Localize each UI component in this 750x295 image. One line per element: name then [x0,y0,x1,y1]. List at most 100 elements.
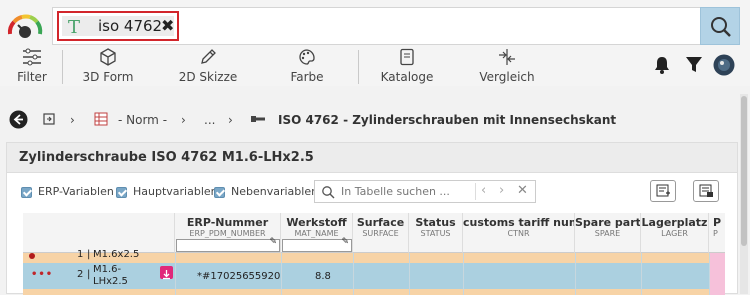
cell-erp-number[interactable]: *#17025655920 [197,271,280,282]
color-label: Farbe [290,70,324,84]
cell-material[interactable]: 8.8 [315,271,331,282]
add-row-button[interactable] [650,180,676,202]
pencil-icon [201,49,216,64]
column-title: Spare part [575,216,640,229]
avatar-icon[interactable] [713,54,735,76]
gauge-icon[interactable] [4,10,46,38]
clear-search-icon[interactable]: ✕ [517,183,528,198]
column-header[interactable]: Lagerplatz LAGER [641,213,709,253]
table-search-placeholder: In Tabelle suchen ... [341,185,450,198]
variant-table: ERP-Nummer ERP_PDM_NUMBER ✎ Werkstoff MA… [23,213,725,295]
catalog-icon [400,48,414,66]
grid-line [409,253,410,295]
variant-panel: Zylinderschraube ISO 4762 M1.6-LHx2.5 ER… [6,142,738,295]
page-scrollbar[interactable] [740,94,748,294]
cell-highlight [709,263,725,289]
download-glyph [163,270,170,280]
column-header[interactable]: Status STATUS [409,213,463,253]
breadcrumb-current: ISO 4762 - Zylinderschrauben mit Innense… [278,113,617,127]
row-name-line1: M1.6- [93,264,122,275]
main-vars-label: Hauptvariablen [133,185,218,198]
grid-line [463,253,464,295]
grid-line [575,253,576,295]
column-filter-input[interactable]: ✎ [176,237,280,252]
grid-line [641,253,642,295]
add-row-icon [656,184,670,197]
palette-icon [299,49,315,65]
column-title: Status [415,216,456,229]
cell-highlight [709,253,725,263]
row-index: 1 [77,249,84,260]
column-title: Lagerplatz [641,216,708,229]
search-bar[interactable]: T iso 4762 ✖ [52,7,740,45]
form3d-label: 3D Form [82,70,134,84]
column-subtitle: STATUS [420,229,451,238]
row-separator: | [87,249,91,260]
grid-line [175,253,176,295]
row-index: 2 [77,269,84,280]
search-button[interactable] [700,7,740,45]
search-chip-body: T iso 4762 ✖ [62,16,174,38]
home-icon[interactable] [42,112,56,126]
compare-label: Vergleich [479,70,535,84]
grid-line [281,253,282,295]
pencil-icon: ✎ [269,237,277,247]
back-arrow-icon[interactable] [9,110,28,129]
column-header[interactable]: Surface SURFACE [353,213,409,253]
breadcrumb-norm[interactable]: - Norm - [118,112,167,128]
erp-label: ERP-Variablen [38,185,114,198]
chevron-right-icon: › [181,113,186,127]
column-title: Werkstoff [286,216,347,229]
table-options: ERP-Variablen Hauptvariablen Nebenvariab… [7,177,737,207]
grid-line [353,253,354,295]
row-name-line2: LHx2.5 [93,276,128,287]
column-header[interactable]: customs tariff num... CTNR [463,213,575,253]
pencil-icon: ✎ [341,237,349,247]
table-search-input[interactable]: In Tabelle suchen ... ‹ › ✕ [314,180,536,203]
column-subtitle: SURFACE [362,229,399,238]
column-title: customs tariff num... [463,216,574,229]
secondary-vars-label: Nebenvariablen [231,185,319,198]
export-button[interactable] [693,180,719,202]
column-header[interactable]: P P [709,213,725,253]
filter-label: Filter [17,70,47,84]
grid-line [709,253,710,295]
column-subtitle: SPARE [594,229,621,238]
toolbar-divider [62,50,63,84]
funnel-icon[interactable] [685,55,703,75]
export-icon [699,184,713,197]
search-query[interactable]: iso 4762 [98,16,162,36]
column-filter-input[interactable]: ✎ [282,237,352,252]
panel-header: Zylinderschraube ISO 4762 M1.6-LHx2.5 [7,143,737,173]
table-row[interactable]: 1 | M1.6x2.5 [23,249,725,263]
column-subtitle: ERP_PDM_NUMBER [189,229,266,238]
column-title: P [713,216,722,229]
toolbar-divider [358,50,359,84]
column-title: ERP-Nummer [186,216,269,229]
row-menu-icon[interactable]: ••• [31,269,53,280]
top-bar: T iso 4762 ✖ Filter 3D Form 2D Skizze Fa… [0,0,750,86]
column-header[interactable]: ERP-Nummer ERP_PDM_NUMBER ✎ [175,213,281,253]
prev-match-icon[interactable]: ‹ [481,183,486,198]
secondary-vars-checkbox[interactable] [214,187,225,198]
search-chip[interactable]: T iso 4762 ✖ [57,11,179,41]
search-icon [322,186,335,199]
clear-icon[interactable]: ✖ [161,16,174,36]
main-vars-checkbox[interactable] [116,187,127,198]
scrollbar-thumb[interactable] [741,96,747,246]
table-icon [94,112,108,126]
next-match-icon[interactable]: › [499,183,504,198]
row-status-dot [29,253,35,259]
column-header[interactable]: Werkstoff MAT_NAME ✎ [281,213,353,253]
erp-checkbox[interactable] [21,187,32,198]
chevron-right-icon: › [70,113,75,127]
column-subtitle: P [713,229,718,238]
column-header[interactable]: Spare part SPARE [575,213,641,253]
table-row[interactable]: ••• 2 | M1.6- LHx2.5 *#17025655920 8.8 [23,263,725,289]
download-icon[interactable] [160,266,173,280]
breadcrumb-ellipsis[interactable]: ... [204,112,215,128]
cube-icon [100,48,116,66]
column-title: Surface [356,216,405,229]
table-row[interactable] [23,289,725,295]
bell-icon[interactable] [653,55,671,75]
